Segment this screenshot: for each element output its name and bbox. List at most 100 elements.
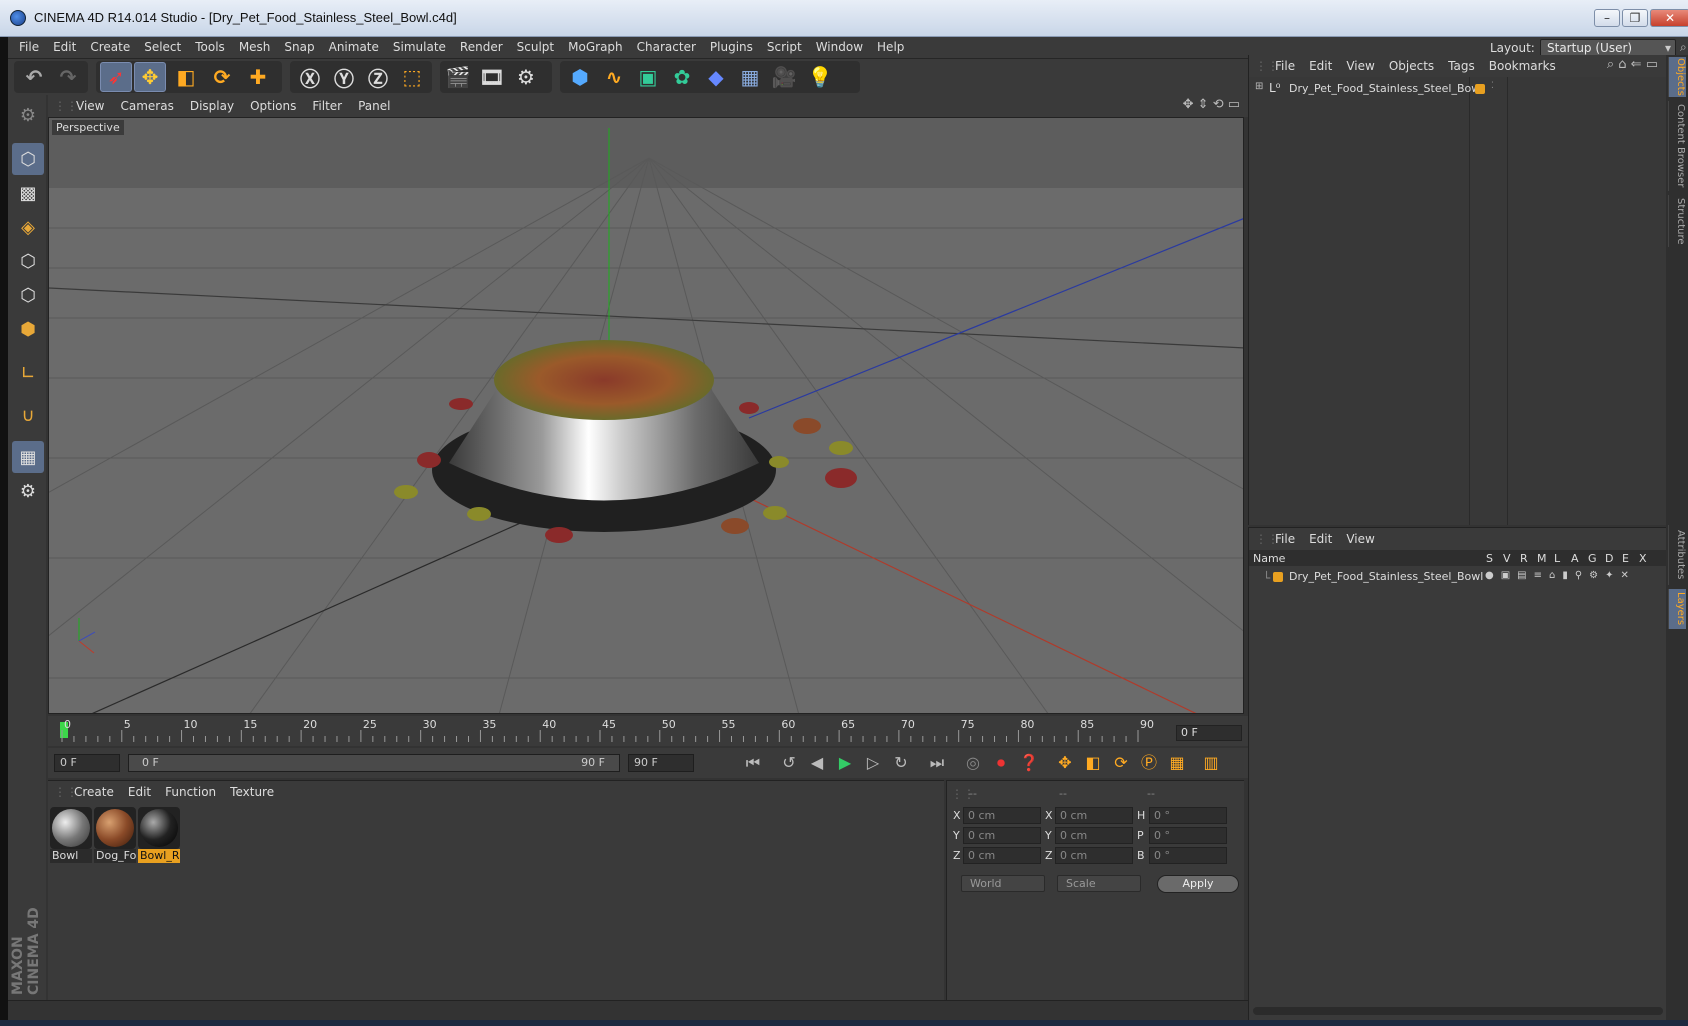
close-button[interactable]: ✕: [1650, 9, 1688, 27]
camera-icon[interactable]: 🎥: [768, 62, 800, 92]
expand-icon[interactable]: ⊞: [1255, 81, 1263, 92]
texture-mode-icon[interactable]: ▩: [12, 177, 44, 209]
rot-h-field[interactable]: 0 °: [1149, 807, 1227, 824]
key-rotation-icon[interactable]: ⟳: [1110, 752, 1132, 774]
array-icon[interactable]: ✿: [666, 62, 698, 92]
object-menu-bookmarks[interactable]: Bookmarks: [1489, 59, 1556, 73]
current-frame-field[interactable]: 0 F: [1176, 725, 1242, 741]
pos-z-field[interactable]: 0 cm: [963, 847, 1041, 864]
menu-snap[interactable]: Snap: [277, 37, 321, 59]
key-scale-icon[interactable]: ◧: [1082, 752, 1104, 774]
viewport-menu-panel[interactable]: Panel: [358, 99, 390, 113]
make-editable-icon[interactable]: ⚙: [12, 99, 44, 131]
size-y-field[interactable]: 0 cm: [1055, 827, 1133, 844]
menu-simulate[interactable]: Simulate: [386, 37, 453, 59]
menu-help[interactable]: Help: [870, 37, 911, 59]
visibility-dots-icon[interactable]: ⁚: [1491, 81, 1494, 91]
model-mode-icon[interactable]: ⬡: [12, 143, 44, 175]
x-axis-lock-icon[interactable]: Ⓧ: [294, 62, 326, 92]
object-menu-view[interactable]: View: [1346, 59, 1374, 73]
start-frame-field[interactable]: 0 F: [54, 754, 120, 772]
nurbs-icon[interactable]: ▣: [632, 62, 664, 92]
layer-col-s[interactable]: S: [1486, 552, 1493, 565]
pos-x-field[interactable]: 0 cm: [963, 807, 1041, 824]
layer-flag-icons[interactable]: ●▣▤≡⌂▮⚲⚙✦✕: [1485, 570, 1636, 581]
redo-icon[interactable]: ↷: [52, 62, 84, 92]
menu-edit[interactable]: Edit: [46, 37, 83, 59]
layer-row[interactable]: └ Dry_Pet_Food_Stainless_Steel_Bowl ●▣▤≡…: [1249, 568, 1667, 586]
material-menu-edit[interactable]: Edit: [128, 785, 151, 799]
go-to-start-icon[interactable]: ⏮: [742, 752, 764, 774]
scale-icon[interactable]: ◧: [170, 62, 202, 92]
viewport-menu-cameras[interactable]: Cameras: [120, 99, 173, 113]
soft-selection-icon[interactable]: ⚙: [12, 475, 44, 507]
menu-plugins[interactable]: Plugins: [703, 37, 760, 59]
search-icon[interactable]: ⌕: [1680, 40, 1688, 54]
go-to-end-icon[interactable]: ⏭: [926, 752, 948, 774]
viewport-menu-options[interactable]: Options: [250, 99, 296, 113]
viewport-nav-icons[interactable]: ✥ ⇕ ⟲ ▭: [1183, 97, 1240, 112]
material-swatch[interactable]: Dog_Fo: [94, 807, 136, 865]
keyframe-selection-icon[interactable]: ❓: [1018, 752, 1040, 774]
menu-create[interactable]: Create: [83, 37, 137, 59]
deformer-icon[interactable]: ◆: [700, 62, 732, 92]
menu-render[interactable]: Render: [453, 37, 510, 59]
timeline-ruler[interactable]: 0 5 10 15 20 25 30 35 40 45 50 55 60 65 70 75 80 85 90: [48, 716, 1248, 746]
next-frame-icon[interactable]: ▷: [862, 752, 884, 774]
record-keys-icon[interactable]: ◎: [962, 752, 984, 774]
menu-character[interactable]: Character: [630, 37, 703, 59]
coordinate-space-dropdown[interactable]: World: [961, 875, 1045, 892]
viewport-menu-display[interactable]: Display: [190, 99, 234, 113]
render-picture-viewer-icon[interactable]: 🎞: [476, 62, 508, 92]
workplane-lock-icon[interactable]: ▦: [12, 441, 44, 473]
key-parameter-icon[interactable]: Ⓟ: [1138, 752, 1160, 774]
polygons-mode-icon[interactable]: ⬢: [12, 313, 44, 345]
layer-col-a[interactable]: A: [1571, 552, 1579, 565]
tab-objects[interactable]: Objects: [1668, 57, 1686, 97]
menu-window[interactable]: Window: [809, 37, 870, 59]
material-swatch[interactable]: Bowl: [50, 807, 92, 865]
perspective-viewport[interactable]: Perspective: [48, 117, 1244, 714]
menu-sculpt[interactable]: Sculpt: [510, 37, 561, 59]
object-row[interactable]: ⊞ L⁰ Dry_Pet_Food_Stainless_Steel_Bowl ⁚: [1249, 81, 1667, 99]
layer-col-d[interactable]: D: [1605, 552, 1613, 565]
size-z-field[interactable]: 0 cm: [1055, 847, 1133, 864]
object-menu-tags[interactable]: Tags: [1448, 59, 1475, 73]
layer-col-r[interactable]: R: [1520, 552, 1528, 565]
play-icon[interactable]: ▶: [834, 752, 856, 774]
render-view-icon[interactable]: 🎬: [442, 62, 474, 92]
autokey-icon[interactable]: ⏺: [990, 752, 1012, 774]
rotate-icon[interactable]: ⟳: [206, 62, 238, 92]
layer-menu-edit[interactable]: Edit: [1309, 532, 1332, 546]
previous-key-icon[interactable]: ↺: [778, 752, 800, 774]
menu-tools[interactable]: Tools: [188, 37, 232, 59]
layer-color-icon[interactable]: [1475, 84, 1485, 94]
layer-name[interactable]: Dry_Pet_Food_Stainless_Steel_Bowl: [1289, 570, 1483, 583]
y-axis-lock-icon[interactable]: Ⓨ: [328, 62, 360, 92]
floor-icon[interactable]: ▦: [734, 62, 766, 92]
tab-layers[interactable]: Layers: [1668, 589, 1686, 629]
end-frame-field[interactable]: 90 F: [628, 754, 694, 772]
material-menu-texture[interactable]: Texture: [230, 785, 274, 799]
key-position-icon[interactable]: ✥: [1054, 752, 1076, 774]
axis-mode-icon[interactable]: ∟: [12, 357, 44, 389]
undo-icon[interactable]: ↶: [18, 62, 50, 92]
material-swatch-selected[interactable]: Bowl_Ri: [138, 807, 180, 865]
menu-mesh[interactable]: Mesh: [232, 37, 278, 59]
light-icon[interactable]: 💡: [804, 62, 836, 92]
object-menu-file[interactable]: File: [1275, 59, 1295, 73]
tab-content-browser[interactable]: Content Browser: [1668, 101, 1686, 191]
object-menu-objects[interactable]: Objects: [1389, 59, 1434, 73]
viewport-menu-view[interactable]: View: [76, 99, 104, 113]
edges-mode-icon[interactable]: ⬡: [12, 279, 44, 311]
key-pla-icon[interactable]: ▦: [1166, 752, 1188, 774]
layer-col-name[interactable]: Name: [1253, 552, 1285, 565]
layer-col-e[interactable]: E: [1622, 552, 1629, 565]
menu-file[interactable]: File: [12, 37, 46, 59]
rot-b-field[interactable]: 0 °: [1149, 847, 1227, 864]
menu-script[interactable]: Script: [760, 37, 809, 59]
coordinate-system-icon[interactable]: ⬚: [396, 62, 428, 92]
points-mode-icon[interactable]: ⬡: [12, 245, 44, 277]
object-name[interactable]: Dry_Pet_Food_Stainless_Steel_Bowl: [1289, 82, 1483, 95]
live-selection-icon[interactable]: ➶: [100, 62, 132, 92]
